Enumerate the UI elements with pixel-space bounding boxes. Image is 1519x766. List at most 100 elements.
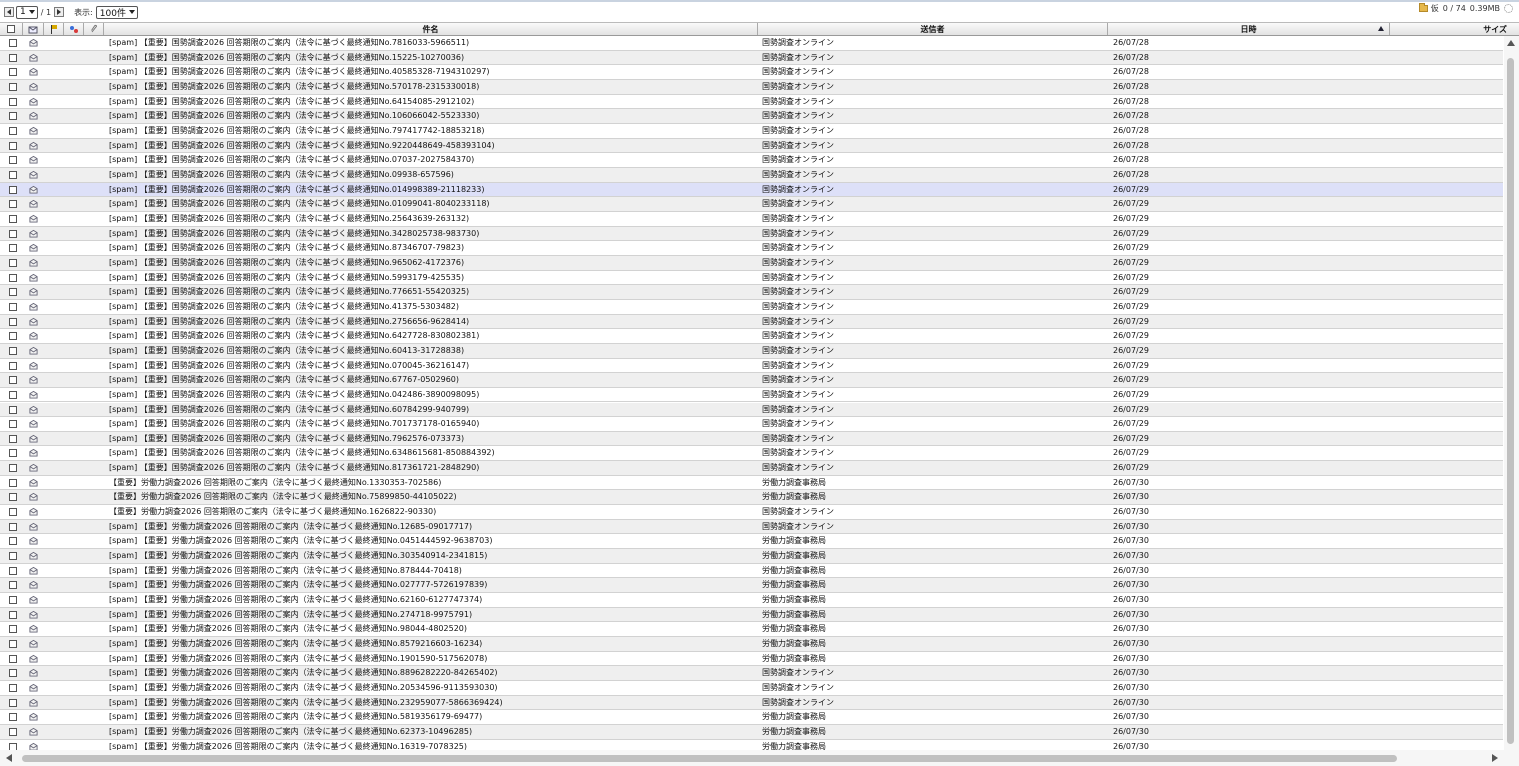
message-row[interactable]: [spam] 【重要】労働力調査2026 回答期限のご案内（法令に基づく最終通知…	[0, 666, 1503, 682]
flag-column[interactable]	[44, 23, 64, 35]
date-header[interactable]: 日時	[1108, 23, 1390, 35]
message-row[interactable]: [spam] 【重要】国勢調査2026 回答期限のご案内（法令に基づく最終通知N…	[0, 95, 1503, 110]
message-row[interactable]: [spam] 【重要】国勢調査2026 回答期限のご案内（法令に基づく最終通知N…	[0, 285, 1503, 300]
message-row[interactable]: [spam] 【重要】労働力調査2026 回答期限のご案内（法令に基づく最終通知…	[0, 607, 1503, 623]
scroll-left-arrow-icon[interactable]	[6, 754, 12, 762]
message-subject[interactable]: [spam] 【重要】国勢調査2026 回答期限のご案内（法令に基づく最終通知N…	[109, 212, 754, 225]
scroll-right-arrow-icon[interactable]	[1492, 754, 1498, 762]
row-checkbox[interactable]	[9, 698, 17, 707]
row-checkbox[interactable]	[9, 39, 17, 47]
row-checkbox[interactable]	[9, 493, 17, 502]
row-checkbox[interactable]	[9, 361, 17, 370]
row-checkbox[interactable]	[9, 68, 17, 77]
message-row[interactable]: [spam] 【重要】国勢調査2026 回答期限のご案内（法令に基づく最終通知N…	[0, 431, 1503, 447]
message-row[interactable]: [spam] 【重要】国勢調査2026 回答期限のご案内（法令に基づく最終通知N…	[0, 255, 1503, 271]
message-row[interactable]: [spam] 【重要】国勢調査2026 回答期限のご案内（法令に基づく最終通知N…	[0, 226, 1503, 242]
subject-header[interactable]: 件名	[104, 23, 758, 35]
row-checkbox[interactable]	[9, 200, 17, 209]
message-subject[interactable]: 【重要】労働力調査2026 回答期限のご案内（法令に基づく最終通知No.7589…	[109, 490, 754, 503]
row-checkbox[interactable]	[9, 317, 17, 326]
row-checkbox[interactable]	[9, 449, 17, 458]
message-subject[interactable]: [spam] 【重要】労働力調査2026 回答期限のご案内（法令に基づく最終通知…	[109, 637, 754, 650]
message-subject[interactable]: [spam] 【重要】労働力調査2026 回答期限のご案内（法令に基づく最終通知…	[109, 725, 754, 738]
row-checkbox[interactable]	[9, 332, 17, 341]
message-subject[interactable]: [spam] 【重要】国勢調査2026 回答期限のご案内（法令に基づく最終通知N…	[109, 271, 754, 284]
message-row[interactable]: [spam] 【重要】国勢調査2026 回答期限のご案内（法令に基づく最終通知N…	[0, 109, 1503, 124]
message-subject[interactable]: [spam] 【重要】労働力調査2026 回答期限のご案内（法令に基づく最終通知…	[109, 710, 754, 723]
size-header[interactable]: サイズ	[1390, 23, 1519, 35]
message-subject[interactable]: 【重要】労働力調査2026 回答期限のご案内（法令に基づく最終通知No.1626…	[109, 505, 754, 518]
row-checkbox[interactable]	[9, 713, 17, 722]
message-subject[interactable]: [spam] 【重要】国勢調査2026 回答期限のご案内（法令に基づく最終通知N…	[109, 373, 754, 386]
message-subject[interactable]: [spam] 【重要】労働力調査2026 回答期限のご案内（法令に基づく最終通知…	[109, 549, 754, 562]
row-checkbox[interactable]	[9, 522, 17, 531]
message-subject[interactable]: [spam] 【重要】国勢調査2026 回答期限のご案内（法令に基づく最終通知N…	[109, 51, 754, 64]
message-subject[interactable]: [spam] 【重要】国勢調査2026 回答期限のご案内（法令に基づく最終通知N…	[109, 183, 754, 196]
message-row[interactable]: [spam] 【重要】労働力調査2026 回答期限のご案内（法令に基づく最終通知…	[0, 740, 1503, 750]
message-subject[interactable]: [spam] 【重要】国勢調査2026 回答期限のご案内（法令に基づく最終通知N…	[109, 359, 754, 372]
message-subject[interactable]: [spam] 【重要】国勢調査2026 回答期限のご案内（法令に基づく最終通知N…	[109, 95, 754, 108]
message-row[interactable]: [spam] 【重要】国勢調査2026 回答期限のご案内（法令に基づく最終通知N…	[0, 329, 1503, 344]
row-checkbox[interactable]	[9, 420, 17, 429]
message-row[interactable]: [spam] 【重要】国勢調査2026 回答期限のご案内（法令に基づく最終通知N…	[0, 388, 1503, 403]
row-checkbox[interactable]	[9, 302, 17, 311]
message-subject[interactable]: [spam] 【重要】国勢調査2026 回答期限のご案内（法令に基づく最終通知N…	[109, 329, 754, 342]
message-subject[interactable]: [spam] 【重要】労働力調査2026 回答期限のご案内（法令に基づく最終通知…	[109, 520, 754, 533]
message-row[interactable]: [spam] 【重要】労働力調査2026 回答期限のご案内（法令に基づく最終通知…	[0, 534, 1503, 550]
page-select[interactable]: 1	[16, 5, 38, 19]
message-subject[interactable]: [spam] 【重要】国勢調査2026 回答期限のご案内（法令に基づく最終通知N…	[109, 168, 754, 181]
row-checkbox[interactable]	[9, 742, 17, 750]
message-row[interactable]: 【重要】労働力調査2026 回答期限のご案内（法令に基づく最終通知No.1626…	[0, 505, 1503, 520]
message-subject[interactable]: [spam] 【重要】国勢調査2026 回答期限のご案内（法令に基づく最終通知N…	[109, 109, 754, 122]
row-checkbox[interactable]	[9, 156, 17, 165]
message-subject[interactable]: [spam] 【重要】国勢調査2026 回答期限のご案内（法令に基づく最終通知N…	[109, 417, 754, 430]
row-checkbox[interactable]	[9, 229, 17, 238]
row-checkbox[interactable]	[9, 610, 17, 619]
message-subject[interactable]: [spam] 【重要】国勢調査2026 回答期限のご案内（法令に基づく最終通知N…	[109, 80, 754, 93]
vertical-scrollbar[interactable]	[1504, 36, 1519, 750]
message-row[interactable]: 【重要】労働力調査2026 回答期限のご案内（法令に基づく最終通知No.7589…	[0, 490, 1503, 506]
row-checkbox[interactable]	[9, 82, 17, 91]
message-subject[interactable]: [spam] 【重要】国勢調査2026 回答期限のご案内（法令に基づく最終通知N…	[109, 256, 754, 269]
row-checkbox[interactable]	[9, 112, 17, 121]
message-subject[interactable]: [spam] 【重要】労働力調査2026 回答期限のご案内（法令に基づく最終通知…	[109, 666, 754, 679]
message-row[interactable]: [spam] 【重要】労働力調査2026 回答期限のご案内（法令に基づく最終通知…	[0, 710, 1503, 726]
message-row[interactable]: [spam] 【重要】国勢調査2026 回答期限のご案内（法令に基づく最終通知N…	[0, 167, 1503, 183]
row-checkbox[interactable]	[9, 464, 17, 473]
message-row[interactable]: [spam] 【重要】国勢調査2026 回答期限のご案内（法令に基づく最終通知N…	[0, 50, 1503, 66]
message-subject[interactable]: [spam] 【重要】労働力調査2026 回答期限のご案内（法令に基づく最終通知…	[109, 578, 754, 591]
mail-status-column[interactable]	[23, 23, 44, 35]
message-subject[interactable]: [spam] 【重要】国勢調査2026 回答期限のご案内（法令に基づく最終通知N…	[109, 241, 754, 254]
row-checkbox[interactable]	[9, 434, 17, 443]
message-subject[interactable]: [spam] 【重要】労働力調査2026 回答期限のご案内（法令に基づく最終通知…	[109, 534, 754, 547]
message-subject[interactable]: [spam] 【重要】国勢調査2026 回答期限のご案内（法令に基づく最終通知N…	[109, 403, 754, 416]
message-subject[interactable]: [spam] 【重要】労働力調査2026 回答期限のご案内（法令に基づく最終通知…	[109, 681, 754, 694]
message-subject[interactable]: [spam] 【重要】国勢調査2026 回答期限のご案内（法令に基づく最終通知N…	[109, 153, 754, 166]
message-subject[interactable]: [spam] 【重要】国勢調査2026 回答期限のご案内（法令に基づく最終通知N…	[109, 315, 754, 328]
row-checkbox[interactable]	[9, 508, 17, 517]
row-checkbox[interactable]	[9, 728, 17, 737]
message-row[interactable]: [spam] 【重要】国勢調査2026 回答期限のご案内（法令に基づく最終通知N…	[0, 417, 1503, 432]
row-checkbox[interactable]	[9, 273, 17, 282]
message-subject[interactable]: [spam] 【重要】労働力調査2026 回答期限のご案内（法令に基づく最終通知…	[109, 608, 754, 621]
message-row[interactable]: [spam] 【重要】労働力調査2026 回答期限のご案内（法令に基づく最終通知…	[0, 681, 1503, 696]
row-checkbox[interactable]	[9, 537, 17, 546]
message-subject[interactable]: [spam] 【重要】国勢調査2026 回答期限のご案内（法令に基づく最終通知N…	[109, 124, 754, 137]
message-subject[interactable]: 【重要】労働力調査2026 回答期限のご案内（法令に基づく最終通知No.1330…	[109, 476, 754, 489]
message-subject[interactable]: [spam] 【重要】国勢調査2026 回答期限のご案内（法令に基づく最終通知N…	[109, 388, 754, 401]
message-row[interactable]: [spam] 【重要】国勢調査2026 回答期限のご案内（法令に基づく最終通知N…	[0, 124, 1503, 139]
row-checkbox[interactable]	[9, 640, 17, 649]
per-page-select[interactable]: 100件	[95, 5, 138, 19]
message-subject[interactable]: [spam] 【重要】国勢調査2026 回答期限のご案内（法令に基づく最終通知N…	[109, 36, 754, 49]
message-subject[interactable]: [spam] 【重要】国勢調査2026 回答期限のご案内（法令に基づく最終通知N…	[109, 344, 754, 357]
row-checkbox[interactable]	[9, 405, 17, 414]
row-checkbox[interactable]	[9, 390, 17, 399]
message-subject[interactable]: [spam] 【重要】国勢調査2026 回答期限のご案内（法令に基づく最終通知N…	[109, 432, 754, 445]
row-checkbox[interactable]	[9, 288, 17, 297]
message-row[interactable]: [spam] 【重要】国勢調査2026 回答期限のご案内（法令に基づく最終通知N…	[0, 314, 1503, 330]
message-row[interactable]: [spam] 【重要】国勢調査2026 回答期限のご案内（法令に基づく最終通知N…	[0, 402, 1503, 418]
next-page-button[interactable]	[54, 7, 65, 17]
message-row[interactable]: [spam] 【重要】国勢調査2026 回答期限のご案内（法令に基づく最終通知N…	[0, 359, 1503, 374]
row-checkbox[interactable]	[9, 669, 17, 678]
message-row[interactable]: [spam] 【重要】労働力調査2026 回答期限のご案内（法令に基づく最終通知…	[0, 652, 1503, 667]
